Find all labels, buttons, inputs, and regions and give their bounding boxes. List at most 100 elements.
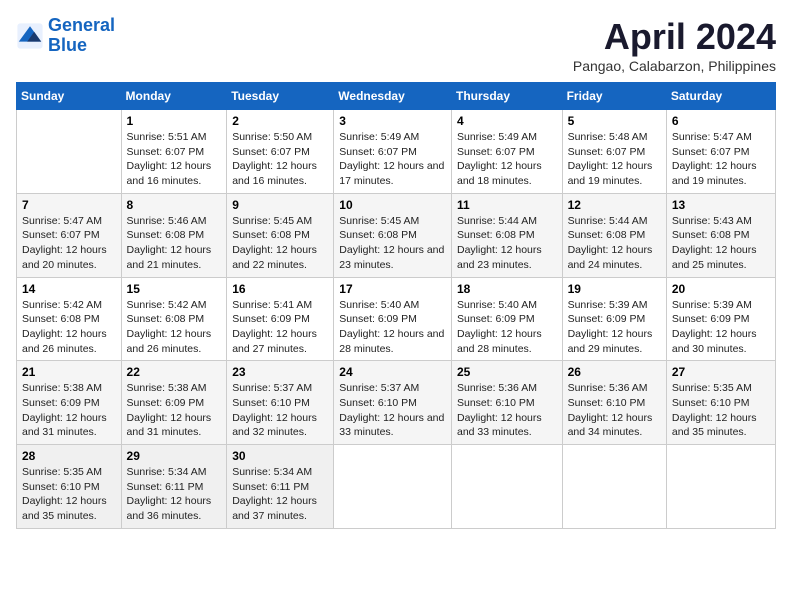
calendar-cell: 26 Sunrise: 5:36 AMSunset: 6:10 PMDayligh… [562,361,666,445]
calendar-cell: 13 Sunrise: 5:43 AMSunset: 6:08 PMDayligh… [666,193,775,277]
day-number: 30 [232,449,328,463]
calendar-cell: 16Sunrise: 5:41 AMSunset: 6:09 PMDayligh… [227,277,334,361]
day-number: 18 [457,282,557,296]
column-header-sunday: Sunday [17,83,122,110]
day-number: 14 [22,282,116,296]
day-number: 12 [568,198,661,212]
column-header-friday: Friday [562,83,666,110]
cell-info: Sunrise: 5:43 AMSunset: 6:08 PMDaylight:… [672,214,770,273]
calendar-cell: 17 Sunrise: 5:40 AMSunset: 6:09 PMDayligh… [334,277,452,361]
day-number: 21 [22,365,116,379]
calendar-week-4: 21 Sunrise: 5:38 AMSunset: 6:09 PMDayligh… [17,361,776,445]
calendar-cell: 24Sunrise: 5:37 AMSunset: 6:10 PMDayligh… [334,361,452,445]
column-header-tuesday: Tuesday [227,83,334,110]
cell-info: Sunrise: 5:51 AMSunset: 6:07 PMDaylight:… [127,130,222,189]
month-title: April 2024 [573,16,776,58]
column-header-monday: Monday [121,83,227,110]
day-number: 4 [457,114,557,128]
calendar-cell: 6Sunrise: 5:47 AMSunset: 6:07 PMDaylight… [666,110,775,194]
calendar-week-2: 7Sunrise: 5:47 AMSunset: 6:07 PMDaylight… [17,193,776,277]
day-number: 28 [22,449,116,463]
calendar-cell: 25 Sunrise: 5:36 AMSunset: 6:10 PMDayligh… [451,361,562,445]
cell-info: Sunrise: 5:42 AMSunset: 6:08 PMDaylight:… [22,298,116,357]
day-number: 19 [568,282,661,296]
day-number: 3 [339,114,446,128]
calendar-cell: 19 Sunrise: 5:39 AMSunset: 6:09 PMDayligh… [562,277,666,361]
day-number: 23 [232,365,328,379]
cell-info: Sunrise: 5:35 AMSunset: 6:10 PMDaylight:… [672,381,770,440]
day-number: 5 [568,114,661,128]
cell-info: Sunrise: 5:42 AMSunset: 6:08 PMDaylight:… [127,298,222,357]
day-number: 17 [339,282,446,296]
cell-info: Sunrise: 5:37 AMSunset: 6:10 PMDaylight:… [232,381,328,440]
cell-info: Sunrise: 5:50 AMSunset: 6:07 PMDaylight:… [232,130,328,189]
calendar-cell [334,445,452,529]
logo-icon [16,22,44,50]
calendar-cell: 20Sunrise: 5:39 AMSunset: 6:09 PMDayligh… [666,277,775,361]
day-number: 22 [127,365,222,379]
cell-info: Sunrise: 5:35 AMSunset: 6:10 PMDaylight:… [22,465,116,524]
calendar-cell: 14 Sunrise: 5:42 AMSunset: 6:08 PMDayligh… [17,277,122,361]
day-number: 24 [339,365,446,379]
cell-info: Sunrise: 5:36 AMSunset: 6:10 PMDaylight:… [568,381,661,440]
day-number: 10 [339,198,446,212]
cell-info: Sunrise: 5:49 AMSunset: 6:07 PMDaylight:… [339,130,446,189]
day-number: 27 [672,365,770,379]
calendar-cell: 8 Sunrise: 5:46 AMSunset: 6:08 PMDaylight… [121,193,227,277]
calendar-header-row: SundayMondayTuesdayWednesdayThursdayFrid… [17,83,776,110]
column-header-wednesday: Wednesday [334,83,452,110]
calendar-cell: 21 Sunrise: 5:38 AMSunset: 6:09 PMDayligh… [17,361,122,445]
cell-info: Sunrise: 5:39 AMSunset: 6:09 PMDaylight:… [568,298,661,357]
day-number: 2 [232,114,328,128]
day-number: 26 [568,365,661,379]
calendar-table: SundayMondayTuesdayWednesdayThursdayFrid… [16,82,776,529]
day-number: 25 [457,365,557,379]
column-header-saturday: Saturday [666,83,775,110]
day-number: 15 [127,282,222,296]
title-block: April 2024 Pangao, Calabarzon, Philippin… [573,16,776,74]
calendar-cell [17,110,122,194]
calendar-cell: 12 Sunrise: 5:44 AMSunset: 6:08 PMDayligh… [562,193,666,277]
day-number: 11 [457,198,557,212]
cell-info: Sunrise: 5:44 AMSunset: 6:08 PMDaylight:… [568,214,661,273]
day-number: 16 [232,282,328,296]
cell-info: Sunrise: 5:49 AMSunset: 6:07 PMDaylight:… [457,130,557,189]
cell-info: Sunrise: 5:36 AMSunset: 6:10 PMDaylight:… [457,381,557,440]
cell-info: Sunrise: 5:39 AMSunset: 6:09 PMDaylight:… [672,298,770,357]
calendar-cell: 23 Sunrise: 5:37 AMSunset: 6:10 PMDayligh… [227,361,334,445]
page-header: General Blue April 2024 Pangao, Calabarz… [16,16,776,74]
calendar-cell: 15 Sunrise: 5:42 AMSunset: 6:08 PMDayligh… [121,277,227,361]
day-number: 7 [22,198,116,212]
cell-info: Sunrise: 5:40 AMSunset: 6:09 PMDaylight:… [339,298,446,357]
calendar-week-3: 14 Sunrise: 5:42 AMSunset: 6:08 PMDayligh… [17,277,776,361]
calendar-cell: 29 Sunrise: 5:34 AMSunset: 6:11 PMDayligh… [121,445,227,529]
calendar-cell: 4 Sunrise: 5:49 AMSunset: 6:07 PMDaylight… [451,110,562,194]
day-number: 29 [127,449,222,463]
day-number: 13 [672,198,770,212]
cell-info: Sunrise: 5:44 AMSunset: 6:08 PMDaylight:… [457,214,557,273]
calendar-cell: 3 Sunrise: 5:49 AMSunset: 6:07 PMDaylight… [334,110,452,194]
cell-info: Sunrise: 5:45 AMSunset: 6:08 PMDaylight:… [339,214,446,273]
calendar-cell: 1 Sunrise: 5:51 AMSunset: 6:07 PMDaylight… [121,110,227,194]
calendar-cell: 27 Sunrise: 5:35 AMSunset: 6:10 PMDayligh… [666,361,775,445]
calendar-cell: 30Sunrise: 5:34 AMSunset: 6:11 PMDayligh… [227,445,334,529]
calendar-week-5: 28 Sunrise: 5:35 AMSunset: 6:10 PMDayligh… [17,445,776,529]
day-number: 9 [232,198,328,212]
calendar-cell: 7Sunrise: 5:47 AMSunset: 6:07 PMDaylight… [17,193,122,277]
day-number: 8 [127,198,222,212]
cell-info: Sunrise: 5:46 AMSunset: 6:08 PMDaylight:… [127,214,222,273]
logo-text: General Blue [48,16,115,56]
location: Pangao, Calabarzon, Philippines [573,58,776,74]
cell-info: Sunrise: 5:48 AMSunset: 6:07 PMDaylight:… [568,130,661,189]
calendar-cell: 10 Sunrise: 5:45 AMSunset: 6:08 PMDayligh… [334,193,452,277]
logo: General Blue [16,16,115,56]
cell-info: Sunrise: 5:47 AMSunset: 6:07 PMDaylight:… [672,130,770,189]
calendar-cell: 18 Sunrise: 5:40 AMSunset: 6:09 PMDayligh… [451,277,562,361]
cell-info: Sunrise: 5:38 AMSunset: 6:09 PMDaylight:… [22,381,116,440]
day-number: 1 [127,114,222,128]
cell-info: Sunrise: 5:40 AMSunset: 6:09 PMDaylight:… [457,298,557,357]
calendar-cell: 28 Sunrise: 5:35 AMSunset: 6:10 PMDayligh… [17,445,122,529]
calendar-cell [666,445,775,529]
cell-info: Sunrise: 5:34 AMSunset: 6:11 PMDaylight:… [127,465,222,524]
calendar-cell: 2 Sunrise: 5:50 AMSunset: 6:07 PMDaylight… [227,110,334,194]
